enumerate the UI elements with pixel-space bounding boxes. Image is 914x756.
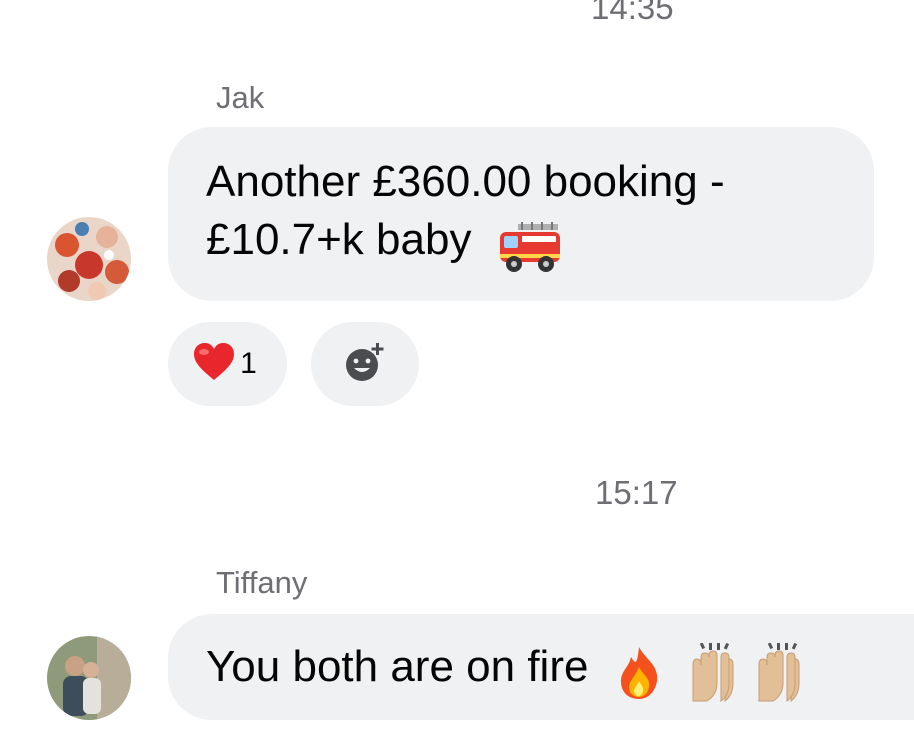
timestamp: 15:17	[595, 474, 678, 511]
sender-name: Jak	[216, 80, 265, 115]
message-bubble[interactable]: You both are on fire	[168, 614, 914, 720]
message-text: £10.7+k baby	[206, 215, 472, 264]
heart-reaction[interactable]: 1	[168, 322, 287, 406]
raising-hands-icon	[689, 642, 819, 703]
heart-icon	[192, 342, 236, 387]
avatar[interactable]	[47, 636, 131, 720]
sender-name: Tiffany	[216, 565, 308, 600]
avatar[interactable]	[47, 217, 131, 301]
add-emoji-icon	[344, 341, 386, 388]
add-reaction-button[interactable]	[311, 322, 419, 406]
timestamp: 14:35	[591, 0, 674, 26]
avatar-image	[47, 636, 131, 720]
message-text: You both are on fire	[206, 642, 589, 691]
message-text-line: Another £360.00 booking -	[206, 157, 725, 206]
reaction-count: 1	[240, 347, 257, 380]
avatar-image	[47, 217, 131, 301]
message-text-line: £10.7+k baby	[206, 211, 836, 274]
fire-engine-icon	[498, 215, 562, 274]
message-bubble[interactable]: Another £360.00 booking - £10.7+k baby	[168, 127, 874, 301]
fire-icon	[615, 642, 663, 701]
